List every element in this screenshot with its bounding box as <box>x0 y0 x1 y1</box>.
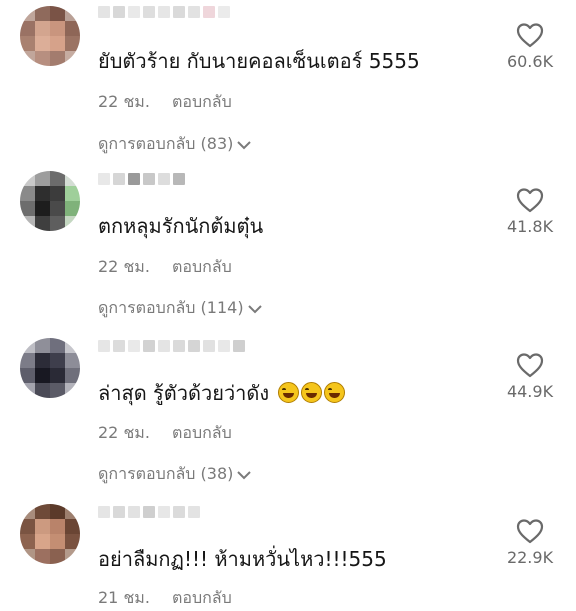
comment-item: อย่าลืมกฏ!!! ห้ามหวั่นไหว!!!555 21 ชม. ต… <box>0 502 576 611</box>
comment-meta: 22 ชม. ตอบกลับ <box>98 255 232 280</box>
reply-button[interactable]: ตอบกลับ <box>172 255 232 280</box>
comment-meta: 21 ชม. ตอบกลับ <box>98 586 232 611</box>
chevron-down-icon <box>247 304 262 313</box>
comment-time: 22 ชม. <box>98 92 150 111</box>
heart-outline-icon[interactable] <box>516 187 544 213</box>
grinning-squinting-face-icon <box>323 382 345 403</box>
like-count: 44.9K <box>506 382 554 401</box>
reply-button[interactable]: ตอบกลับ <box>172 421 232 446</box>
comment-text-body: ล่าสุด รู้ตัวด้วยว่าดัง <box>98 381 270 405</box>
comment-text: ล่าสุด รู้ตัวด้วยว่าดัง <box>98 380 345 406</box>
comment-text: ยับตัวร้าย กับนายคอลเซ็นเตอร์ 5555 <box>98 49 420 73</box>
view-replies-label: ดูการตอบกลับ (38) <box>98 464 234 483</box>
username-blurred[interactable] <box>98 340 245 354</box>
view-replies-label: ดูการตอบกลับ (114) <box>98 298 244 317</box>
like-count: 22.9K <box>506 548 554 567</box>
avatar[interactable] <box>20 338 80 398</box>
username-blurred[interactable] <box>98 506 200 520</box>
comment-meta: 22 ชม. ตอบกลับ <box>98 90 232 115</box>
grinning-squinting-face-icon <box>300 382 322 403</box>
comment-time: 21 ชม. <box>98 588 150 607</box>
like-control: 44.9K <box>494 352 566 401</box>
like-control: 41.8K <box>494 187 566 236</box>
chevron-down-icon <box>237 140 252 149</box>
heart-outline-icon[interactable] <box>516 352 544 378</box>
heart-outline-icon[interactable] <box>516 22 544 48</box>
like-count: 60.6K <box>506 52 554 71</box>
view-replies-label: ดูการตอบกลับ (83) <box>98 134 234 153</box>
comment-item: ยับตัวร้าย กับนายคอลเซ็นเตอร์ 5555 22 ชม… <box>0 2 576 162</box>
username-blurred[interactable] <box>98 6 230 20</box>
chevron-down-icon <box>237 470 252 479</box>
avatar[interactable] <box>20 6 80 66</box>
view-replies-button[interactable]: ดูการตอบกลับ (114) <box>98 296 262 321</box>
reply-button[interactable]: ตอบกลับ <box>172 90 232 115</box>
avatar[interactable] <box>20 504 80 564</box>
comment-meta: 22 ชม. ตอบกลับ <box>98 421 232 446</box>
comment-text: อย่าลืมกฏ!!! ห้ามหวั่นไหว!!!555 <box>98 547 387 571</box>
avatar[interactable] <box>20 171 80 231</box>
comment-time: 22 ชม. <box>98 257 150 276</box>
comment-item: ล่าสุด รู้ตัวด้วยว่าดัง 22 ชม. ตอบกลับ ด… <box>0 336 576 496</box>
view-replies-button[interactable]: ดูการตอบกลับ (38) <box>98 462 252 487</box>
like-control: 22.9K <box>494 518 566 567</box>
reply-button[interactable]: ตอบกลับ <box>172 586 232 611</box>
comment-item: ตกหลุมรักนักต้มตุ๋น 22 ชม. ตอบกลับ ดูการ… <box>0 169 576 329</box>
heart-outline-icon[interactable] <box>516 518 544 544</box>
view-replies-button[interactable]: ดูการตอบกลับ (83) <box>98 132 252 157</box>
comment-text: ตกหลุมรักนักต้มตุ๋น <box>98 214 264 238</box>
like-control: 60.6K <box>494 22 566 71</box>
grinning-squinting-face-icon <box>277 382 299 403</box>
comment-time: 22 ชม. <box>98 423 150 442</box>
username-blurred[interactable] <box>98 173 185 187</box>
like-count: 41.8K <box>506 217 554 236</box>
